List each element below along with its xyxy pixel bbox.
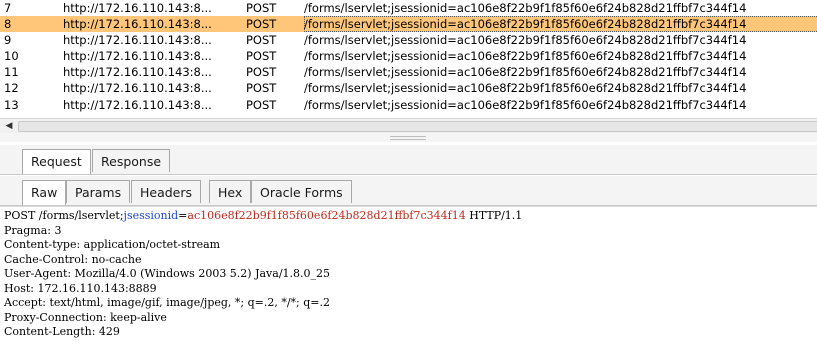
row-number: 8 <box>4 17 12 31</box>
request-suffix: HTTP/1.1 <box>465 209 523 222</box>
row-url: /forms/lservlet;jsessionid=ac106e8f22b9f… <box>304 65 747 79</box>
row-url: /forms/lservlet;jsessionid=ac106e8f22b9f… <box>304 81 747 95</box>
row-host: http://172.16.110.143:8... <box>63 49 212 63</box>
header-line: Proxy-Connection: keep-alive <box>4 310 167 324</box>
row-url: /forms/lservlet;jsessionid=ac106e8f22b9f… <box>304 98 747 112</box>
row-host: http://172.16.110.143:8... <box>63 17 212 31</box>
row-number: 13 <box>4 98 19 112</box>
pane-splitter[interactable] <box>0 133 817 142</box>
table-row-selected[interactable]: 8 http://172.16.110.143:8... POST /forms… <box>0 16 817 32</box>
row-method: POST <box>246 17 277 31</box>
header-line: Pragma: 3 <box>4 223 62 237</box>
header-line: Content-Length: 429 <box>4 325 120 338</box>
table-row[interactable]: 12 http://172.16.110.143:8... POST /form… <box>0 80 817 96</box>
scrollbar-thumb[interactable] <box>18 121 817 132</box>
tab-oracle-forms[interactable]: Oracle Forms <box>251 180 352 203</box>
left-arrow-icon[interactable]: ◀ <box>2 119 16 133</box>
table-row[interactable]: 7 http://172.16.110.143:8... POST /forms… <box>0 0 817 16</box>
row-host: http://172.16.110.143:8... <box>63 81 212 95</box>
row-host: http://172.16.110.143:8... <box>63 33 212 47</box>
table-row[interactable]: 13 http://172.16.110.143:8... POST /form… <box>0 97 817 113</box>
row-number: 9 <box>4 33 12 47</box>
param-name: jsessionid <box>123 209 179 222</box>
editor-tabbar: Raw Params Headers Hex Oracle Forms <box>0 176 817 206</box>
tab-hex[interactable]: Hex <box>209 180 252 203</box>
tab-request[interactable]: Request <box>22 149 91 174</box>
table-row[interactable]: 10 http://172.16.110.143:8... POST /form… <box>0 48 817 64</box>
table-row[interactable]: 11 http://172.16.110.143:8... POST /form… <box>0 64 817 80</box>
tab-headers[interactable]: Headers <box>131 180 202 203</box>
tab-response[interactable]: Response <box>92 149 171 172</box>
header-line: Accept: text/html, image/gif, image/jpeg… <box>4 296 331 309</box>
tab-params[interactable]: Params <box>66 180 131 203</box>
row-url: /forms/lservlet;jsessionid=ac106e8f22b9f… <box>304 49 747 63</box>
row-url: /forms/lservlet;jsessionid=ac106e8f22b9f… <box>304 1 747 15</box>
row-host: http://172.16.110.143:8... <box>63 1 212 15</box>
row-number: 7 <box>4 1 12 15</box>
row-url: /forms/lservlet;jsessionid=ac106e8f22b9f… <box>304 16 817 32</box>
row-method: POST <box>246 1 277 15</box>
horizontal-scrollbar[interactable]: ◀ <box>0 118 817 134</box>
equals-sign: = <box>178 209 188 222</box>
row-method: POST <box>246 65 277 79</box>
message-tabbar: Request Response <box>0 145 817 175</box>
header-line: Host: 172.16.110.143:8889 <box>4 281 157 295</box>
row-method: POST <box>246 81 277 95</box>
header-line: Content-type: application/octet-stream <box>4 238 221 251</box>
request-line: POST /forms/lservlet;jsessionid=ac106e8f… <box>4 209 522 224</box>
row-method: POST <box>246 98 277 112</box>
row-url: /forms/lservlet;jsessionid=ac106e8f22b9f… <box>304 33 747 47</box>
table-row[interactable]: 9 http://172.16.110.143:8... POST /forms… <box>0 32 817 48</box>
tab-raw[interactable]: Raw <box>22 180 67 205</box>
request-prefix: POST /forms/lservlet; <box>4 209 124 222</box>
row-host: http://172.16.110.143:8... <box>63 98 212 112</box>
raw-message-editor[interactable]: POST /forms/lservlet;jsessionid=ac106e8f… <box>0 206 817 355</box>
row-method: POST <box>246 33 277 47</box>
http-history-table: 7 http://172.16.110.143:8... POST /forms… <box>0 0 817 118</box>
param-value: ac106e8f22b9f1f85f60e6f24b828d21ffbf7c34… <box>187 209 466 222</box>
row-number: 12 <box>4 81 19 95</box>
splitter-grip-icon[interactable] <box>390 136 426 140</box>
row-host: http://172.16.110.143:8... <box>63 65 212 79</box>
header-line: Cache-Control: no-cache <box>4 252 142 266</box>
row-number: 11 <box>4 65 19 79</box>
header-line: User-Agent: Mozilla/4.0 (Windows 2003 5.… <box>4 267 331 280</box>
row-number: 10 <box>4 49 19 63</box>
row-method: POST <box>246 49 277 63</box>
